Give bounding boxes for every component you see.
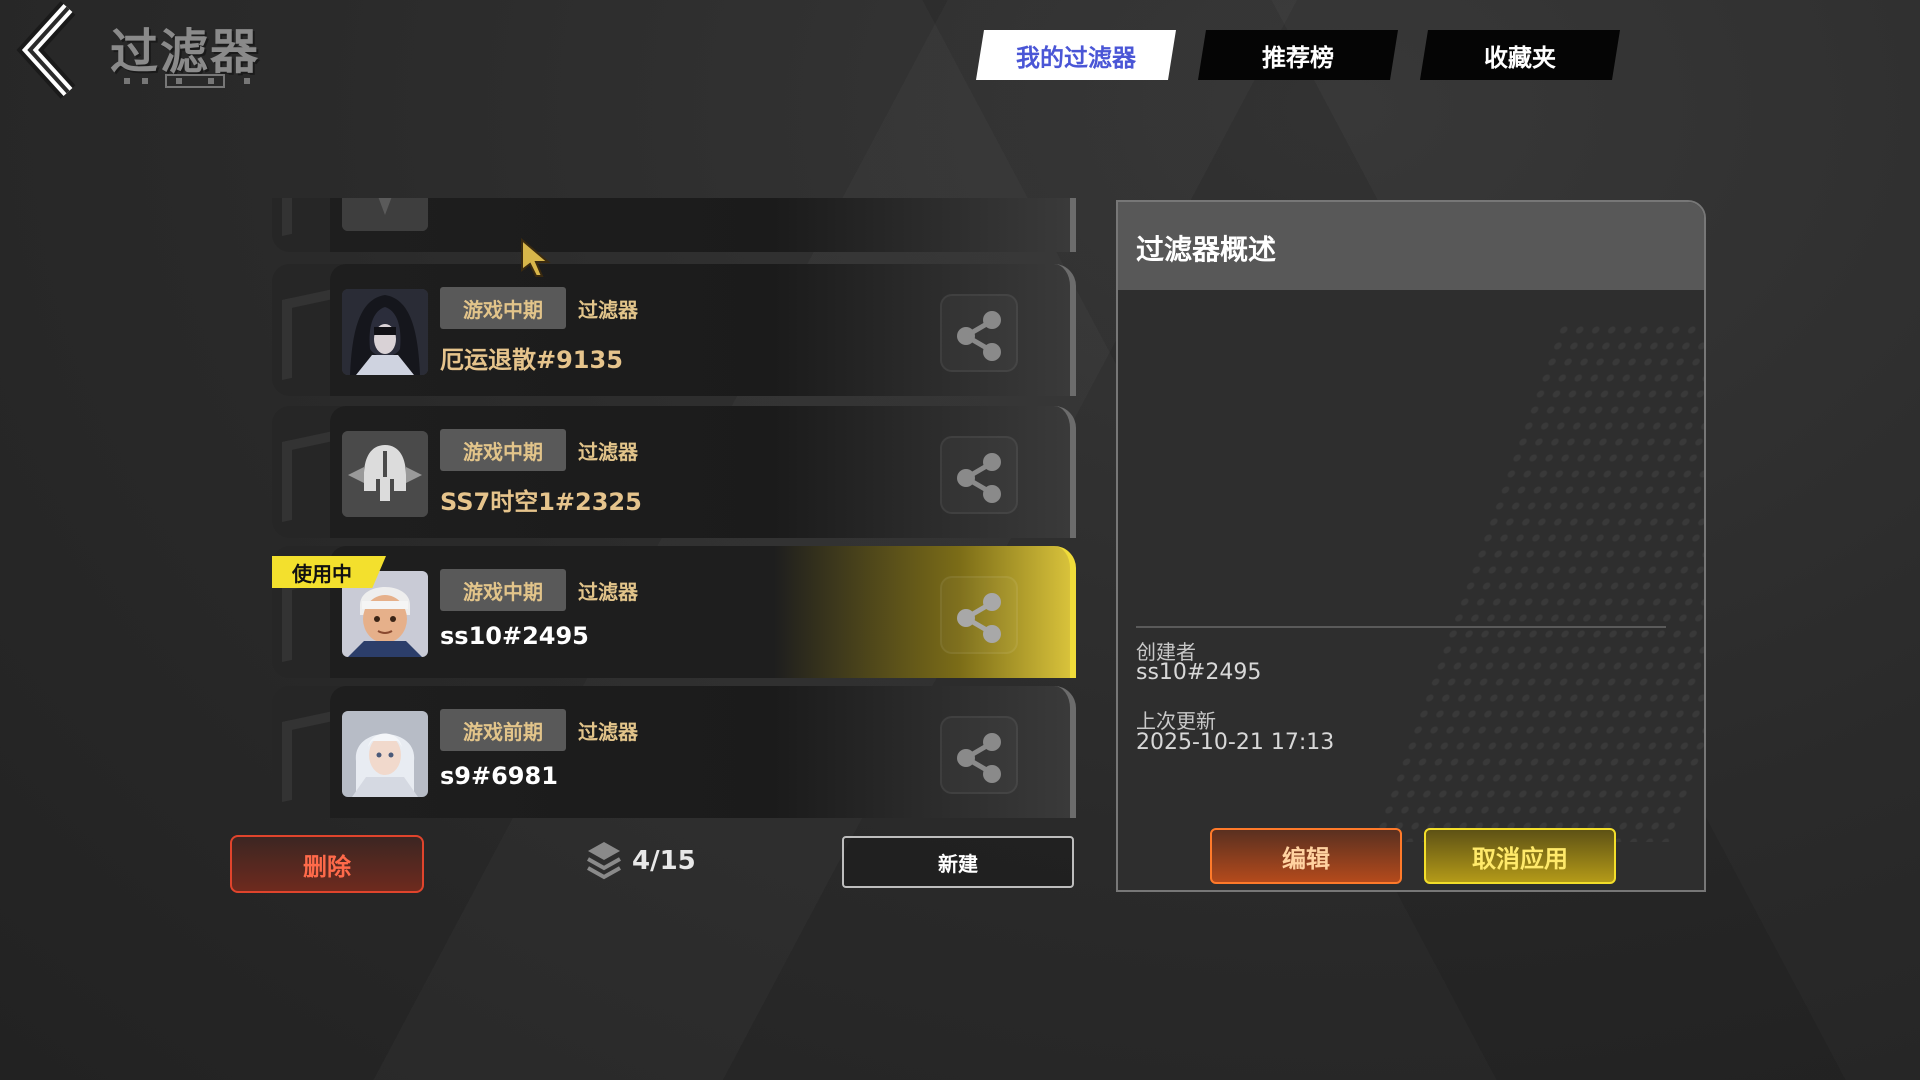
page-title: 过滤器	[110, 24, 261, 80]
stage-badge: 游戏中期	[440, 569, 566, 611]
tab-bar: 我的过滤器 推荐榜 收藏夹	[976, 30, 1620, 80]
filter-list: 游戏中期 过滤器 厄运退散#9135 游戏中期 过滤器 SS7时空1#2325 …	[272, 198, 1078, 820]
filter-type-label: 过滤器	[578, 720, 638, 744]
filter-name: s9#6981	[440, 762, 558, 790]
filter-name: 厄运退散#9135	[440, 346, 623, 374]
share-button[interactable]	[940, 436, 1018, 514]
edit-button[interactable]: 编辑	[1210, 828, 1402, 884]
list-item[interactable]: 游戏中期 过滤器 厄运退散#9135	[272, 264, 1076, 396]
layers-icon	[587, 842, 621, 880]
filter-type-label: 过滤器	[578, 580, 638, 604]
filter-type-label: 过滤器	[578, 298, 638, 322]
avatar	[342, 289, 428, 375]
tab-recommended[interactable]: 推荐榜	[1198, 30, 1398, 80]
share-button[interactable]	[940, 294, 1018, 372]
creator-value: ss10#2495	[1136, 660, 1262, 685]
list-item[interactable]: 游戏中期 过滤器 SS7时空1#2325	[272, 406, 1076, 538]
in-use-badge: 使用中	[272, 556, 386, 588]
list-item[interactable]: 游戏前期 过滤器 s9#6981	[272, 686, 1076, 818]
filter-screen: 过滤器 我的过滤器 推荐榜 收藏夹 游戏中期 过滤器 厄运退散#9135 游戏中…	[0, 0, 1920, 1080]
helmet-avatar-icon	[342, 431, 428, 517]
silver-hero-avatar-icon	[342, 711, 428, 797]
list-item-partial[interactable]	[272, 198, 1076, 252]
share-icon	[957, 593, 1001, 643]
filter-name: SS7时空1#2325	[440, 488, 642, 516]
share-button[interactable]	[940, 716, 1018, 794]
new-filter-button[interactable]: 新建	[842, 836, 1074, 888]
stage-badge: 游戏中期	[440, 429, 566, 471]
tab-favorites[interactable]: 收藏夹	[1420, 30, 1620, 80]
hooded-hero-avatar-icon	[342, 289, 428, 375]
delete-button[interactable]: 删除	[230, 835, 424, 893]
share-icon	[957, 453, 1001, 503]
back-button[interactable]	[16, 0, 96, 100]
unapply-button[interactable]: 取消应用	[1424, 828, 1616, 884]
filter-count: 4/15	[584, 838, 696, 884]
mouse-cursor-icon	[521, 238, 551, 277]
share-button[interactable]	[940, 576, 1018, 654]
filter-name: ss10#2495	[440, 622, 589, 650]
share-icon	[957, 311, 1001, 361]
list-item-active[interactable]: 使用中 游戏中期 过滤器 ss10#2495	[272, 546, 1076, 678]
avatar	[342, 198, 428, 231]
stage-badge: 游戏前期	[440, 709, 566, 751]
filter-type-label: 过滤器	[578, 440, 638, 464]
filter-detail-panel: 过滤器概述 创建者 ss10#2495 上次更新 2025-10-21 17:1…	[1116, 200, 1706, 892]
stage-badge: 游戏中期	[440, 287, 566, 329]
last-updated-value: 2025-10-21 17:13	[1136, 730, 1335, 755]
divider	[1136, 626, 1666, 628]
helmet-avatar-icon	[342, 198, 428, 231]
avatar	[342, 711, 428, 797]
title-decoration-icon	[124, 74, 250, 88]
avatar	[342, 431, 428, 517]
detail-title: 过滤器概述	[1136, 233, 1277, 266]
share-icon	[957, 733, 1001, 783]
tab-my-filters[interactable]: 我的过滤器	[976, 30, 1176, 80]
filter-count-text: 4/15	[632, 846, 696, 876]
back-arrow-icon	[16, 1, 76, 99]
